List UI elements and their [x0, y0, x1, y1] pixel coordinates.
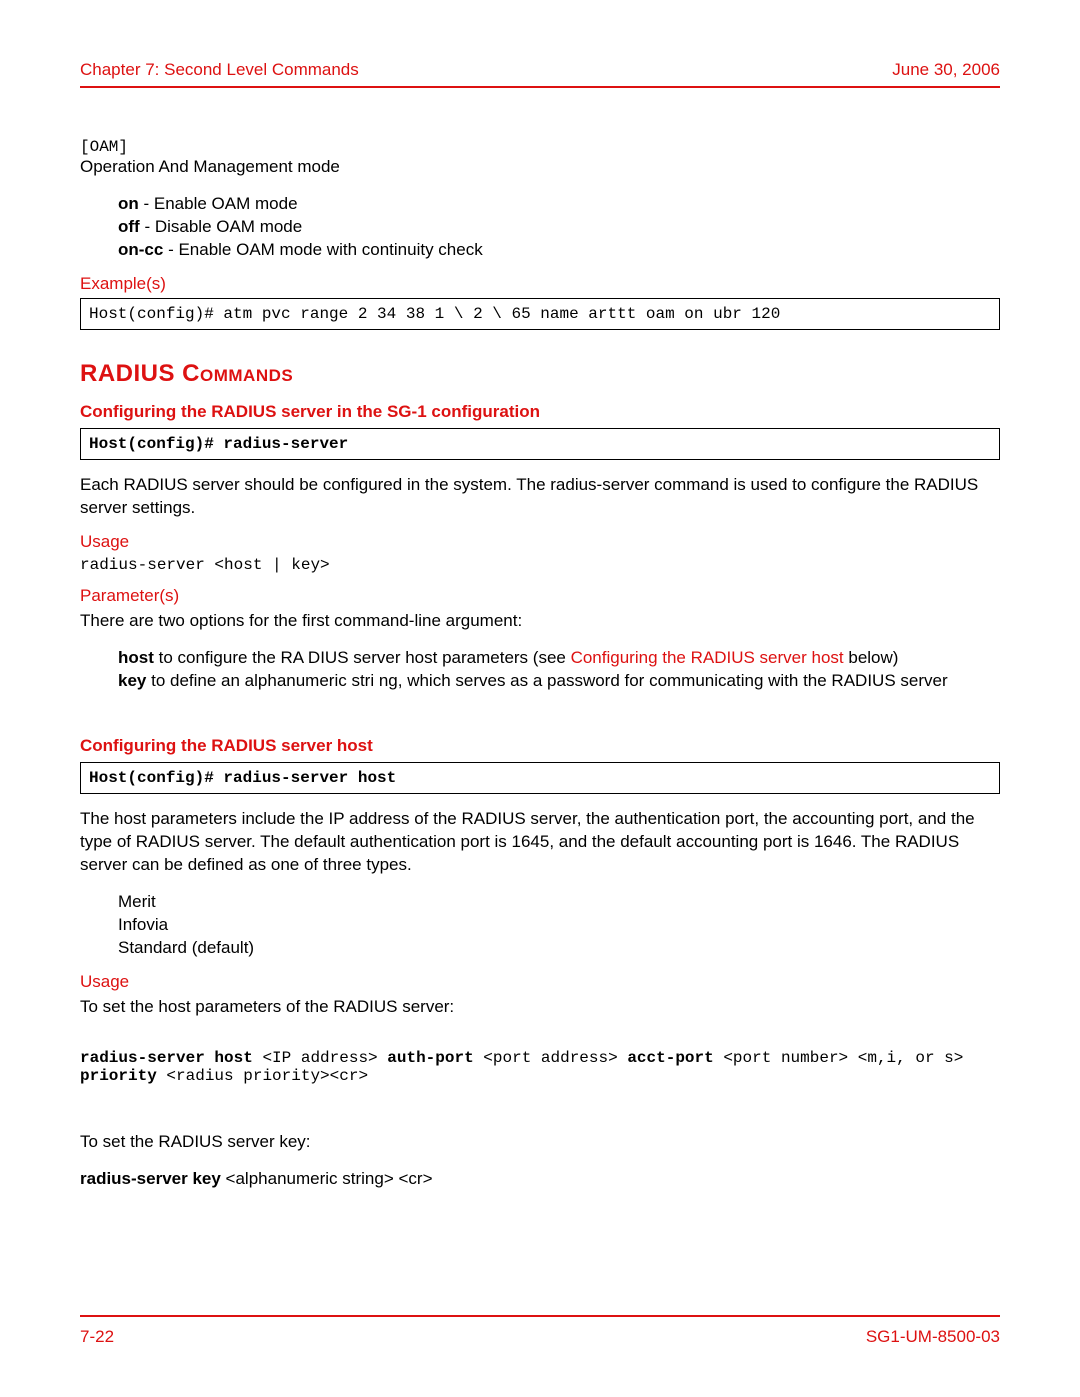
key-syntax: radius-server key <alphanumeric string> … [80, 1168, 1000, 1191]
link-config-host[interactable]: Configuring the RADIUS server host [571, 648, 844, 667]
key-intro: To set the RADIUS server key: [80, 1131, 1000, 1154]
example-label: Example(s) [80, 274, 1000, 294]
oam-desc: Operation And Management mode [80, 156, 1000, 179]
header-chapter: Chapter 7: Second Level Commands [80, 60, 359, 80]
oam-opt-off: off - Disable OAM mode [118, 216, 1000, 239]
params-label: Parameter(s) [80, 586, 1000, 606]
page-header: Chapter 7: Second Level Commands June 30… [80, 60, 1000, 88]
radius-cmd2: Host(config)# radius-server host [80, 762, 1000, 794]
radius-sub1: Configuring the RADIUS server in the SG-… [80, 402, 1000, 422]
example-code: Host(config)# atm pvc range 2 34 38 1 \ … [80, 298, 1000, 330]
usage-label-1: Usage [80, 532, 1000, 552]
radius-sub2: Configuring the RADIUS server host [80, 736, 1000, 756]
param-key: key to define an alphanumeric stri ng, w… [118, 670, 1000, 693]
usage2-syntax: radius-server host <IP address> auth-por… [80, 1049, 1000, 1085]
header-date: June 30, 2006 [892, 60, 1000, 80]
type-merit: Merit [118, 891, 1000, 914]
oam-opt-on: on - Enable OAM mode [118, 193, 1000, 216]
footer-docid: SG1-UM-8500-03 [866, 1327, 1000, 1347]
radius-desc2: The host parameters include the IP addre… [80, 808, 1000, 877]
radius-cmd1: Host(config)# radius-server [80, 428, 1000, 460]
page-footer: 7-22 SG1-UM-8500-03 [80, 1315, 1000, 1347]
oam-opt-oncc: on-cc - Enable OAM mode with continuity … [118, 239, 1000, 262]
usage1-code: radius-server <host | key> [80, 556, 1000, 574]
usage-label-2: Usage [80, 972, 1000, 992]
footer-page: 7-22 [80, 1327, 114, 1347]
type-infovia: Infovia [118, 914, 1000, 937]
radius-desc1: Each RADIUS server should be configured … [80, 474, 1000, 520]
radius-section-title: RADIUS Commands [80, 360, 1000, 388]
params-intro: There are two options for the first comm… [80, 610, 1000, 633]
oam-tag: [OAM] [80, 138, 1000, 156]
type-standard: Standard (default) [118, 937, 1000, 960]
usage2-intro: To set the host parameters of the RADIUS… [80, 996, 1000, 1019]
param-host: host to configure the RA DIUS server hos… [118, 647, 1000, 670]
